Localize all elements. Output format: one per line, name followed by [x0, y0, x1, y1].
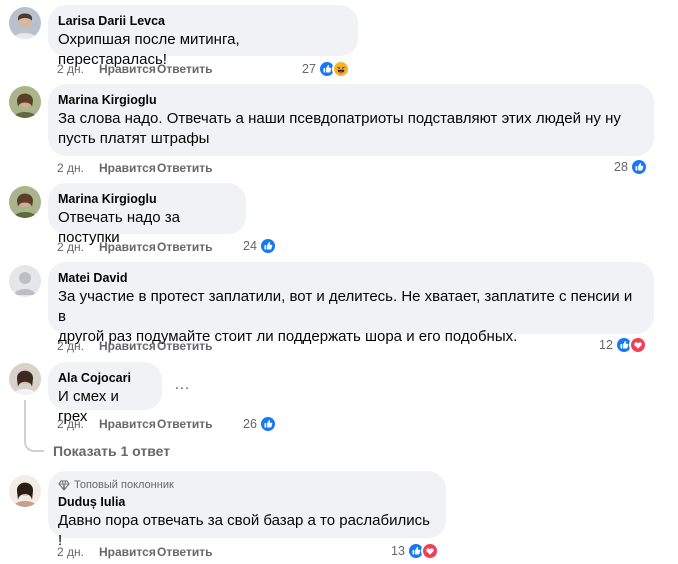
comment-text-line: За слова надо. Отвечать а наши псевдопат… [58, 110, 621, 127]
reactions-count: 12 [599, 338, 613, 352]
comment-actions: 2 дн. Нравится Ответить [57, 160, 212, 176]
comment-actions: 2 дн. Нравится Ответить [57, 239, 212, 255]
love-icon [628, 336, 647, 354]
reactions-count: 26 [243, 417, 257, 431]
comment-text-line: пусть платят штрафы [58, 130, 210, 147]
avatar[interactable] [9, 86, 41, 118]
avatar[interactable] [9, 186, 41, 218]
reply-button[interactable]: Ответить [157, 416, 212, 432]
like-button[interactable]: Нравится [99, 338, 157, 354]
like-button[interactable]: Нравится [99, 160, 157, 176]
like-icon [258, 237, 277, 255]
show-replies-link[interactable]: Показать 1 ответ [53, 443, 170, 459]
avatar[interactable] [9, 7, 41, 39]
comment-actions: 2 дн. Нравится Ответить [57, 338, 212, 354]
like-button[interactable]: Нравится [99, 61, 157, 77]
comment-actions: 2 дн. Нравится Ответить [57, 61, 212, 77]
comment-time[interactable]: 2 дн. [57, 160, 99, 176]
comment-author[interactable]: Marina Kirgioglu [58, 92, 642, 108]
reply-thread-line [24, 400, 44, 452]
comment-bubble: Топовый поклонник Duduș Iulia Давно пора… [48, 471, 446, 549]
comment-actions: 2 дн. Нравится Ответить [57, 544, 212, 560]
comment-author[interactable]: Marina Kirgioglu [58, 191, 234, 207]
reactions-count: 28 [614, 160, 628, 174]
top-fan-label: Топовый поклонник [74, 479, 174, 491]
like-icon [258, 415, 277, 433]
reactions-summary[interactable]: 27 [302, 60, 350, 78]
comment-time[interactable]: 2 дн. [57, 239, 99, 255]
reply-button[interactable]: Ответить [157, 160, 212, 176]
like-button[interactable]: Нравится [99, 239, 157, 255]
comment-actions: 2 дн. Нравится Ответить [57, 416, 212, 432]
more-options-button[interactable]: … [174, 376, 191, 394]
reply-button[interactable]: Ответить [157, 544, 212, 560]
comment-bubble: Marina Kirgioglu Отвечать надо за поступ… [48, 183, 246, 246]
comment-bubble: Larisa Darii Levca Охрипшая после митинг… [48, 5, 358, 68]
reactions-count: 13 [391, 544, 405, 558]
reactions-count: 24 [243, 239, 257, 253]
top-fan-badge: Топовый поклонник [58, 478, 434, 492]
reactions-count: 27 [302, 62, 316, 76]
reply-button[interactable]: Ответить [157, 338, 212, 354]
reactions-summary[interactable]: 24 [243, 237, 277, 255]
haha-icon [331, 60, 350, 78]
like-icon [629, 158, 648, 176]
comment-text-line: За участие в протест заплатили, вот и де… [58, 288, 633, 325]
reactions-summary[interactable]: 26 [243, 415, 277, 433]
comment-author[interactable]: Larisa Darii Levca [58, 13, 346, 29]
avatar[interactable] [9, 475, 41, 507]
love-icon [420, 542, 439, 560]
reactions-summary[interactable]: 12 [599, 336, 647, 354]
like-button[interactable]: Нравится [99, 544, 157, 560]
comment-author[interactable]: Duduș Iulia [58, 494, 434, 510]
comment-bubble: Matei David За участие в протест заплати… [48, 262, 654, 345]
avatar[interactable] [9, 265, 41, 297]
comment-bubble: Marina Kirgioglu За слова надо. Отвечать… [48, 84, 654, 156]
like-button[interactable]: Нравится [99, 416, 157, 432]
reply-button[interactable]: Ответить [157, 61, 212, 77]
avatar[interactable] [9, 363, 41, 395]
reactions-summary[interactable]: 13 [391, 542, 439, 560]
comment-author[interactable]: Matei David [58, 270, 642, 286]
comment-author[interactable]: Ala Cojocari [58, 370, 150, 386]
reactions-summary[interactable]: 28 [614, 158, 648, 176]
diamond-icon [58, 479, 70, 491]
comment-time[interactable]: 2 дн. [57, 416, 99, 432]
comment-time[interactable]: 2 дн. [57, 544, 99, 560]
comment-time[interactable]: 2 дн. [57, 61, 99, 77]
reply-button[interactable]: Ответить [157, 239, 212, 255]
comment-bubble: Ala Cojocari И смех и грех [48, 362, 162, 425]
comment-time[interactable]: 2 дн. [57, 338, 99, 354]
